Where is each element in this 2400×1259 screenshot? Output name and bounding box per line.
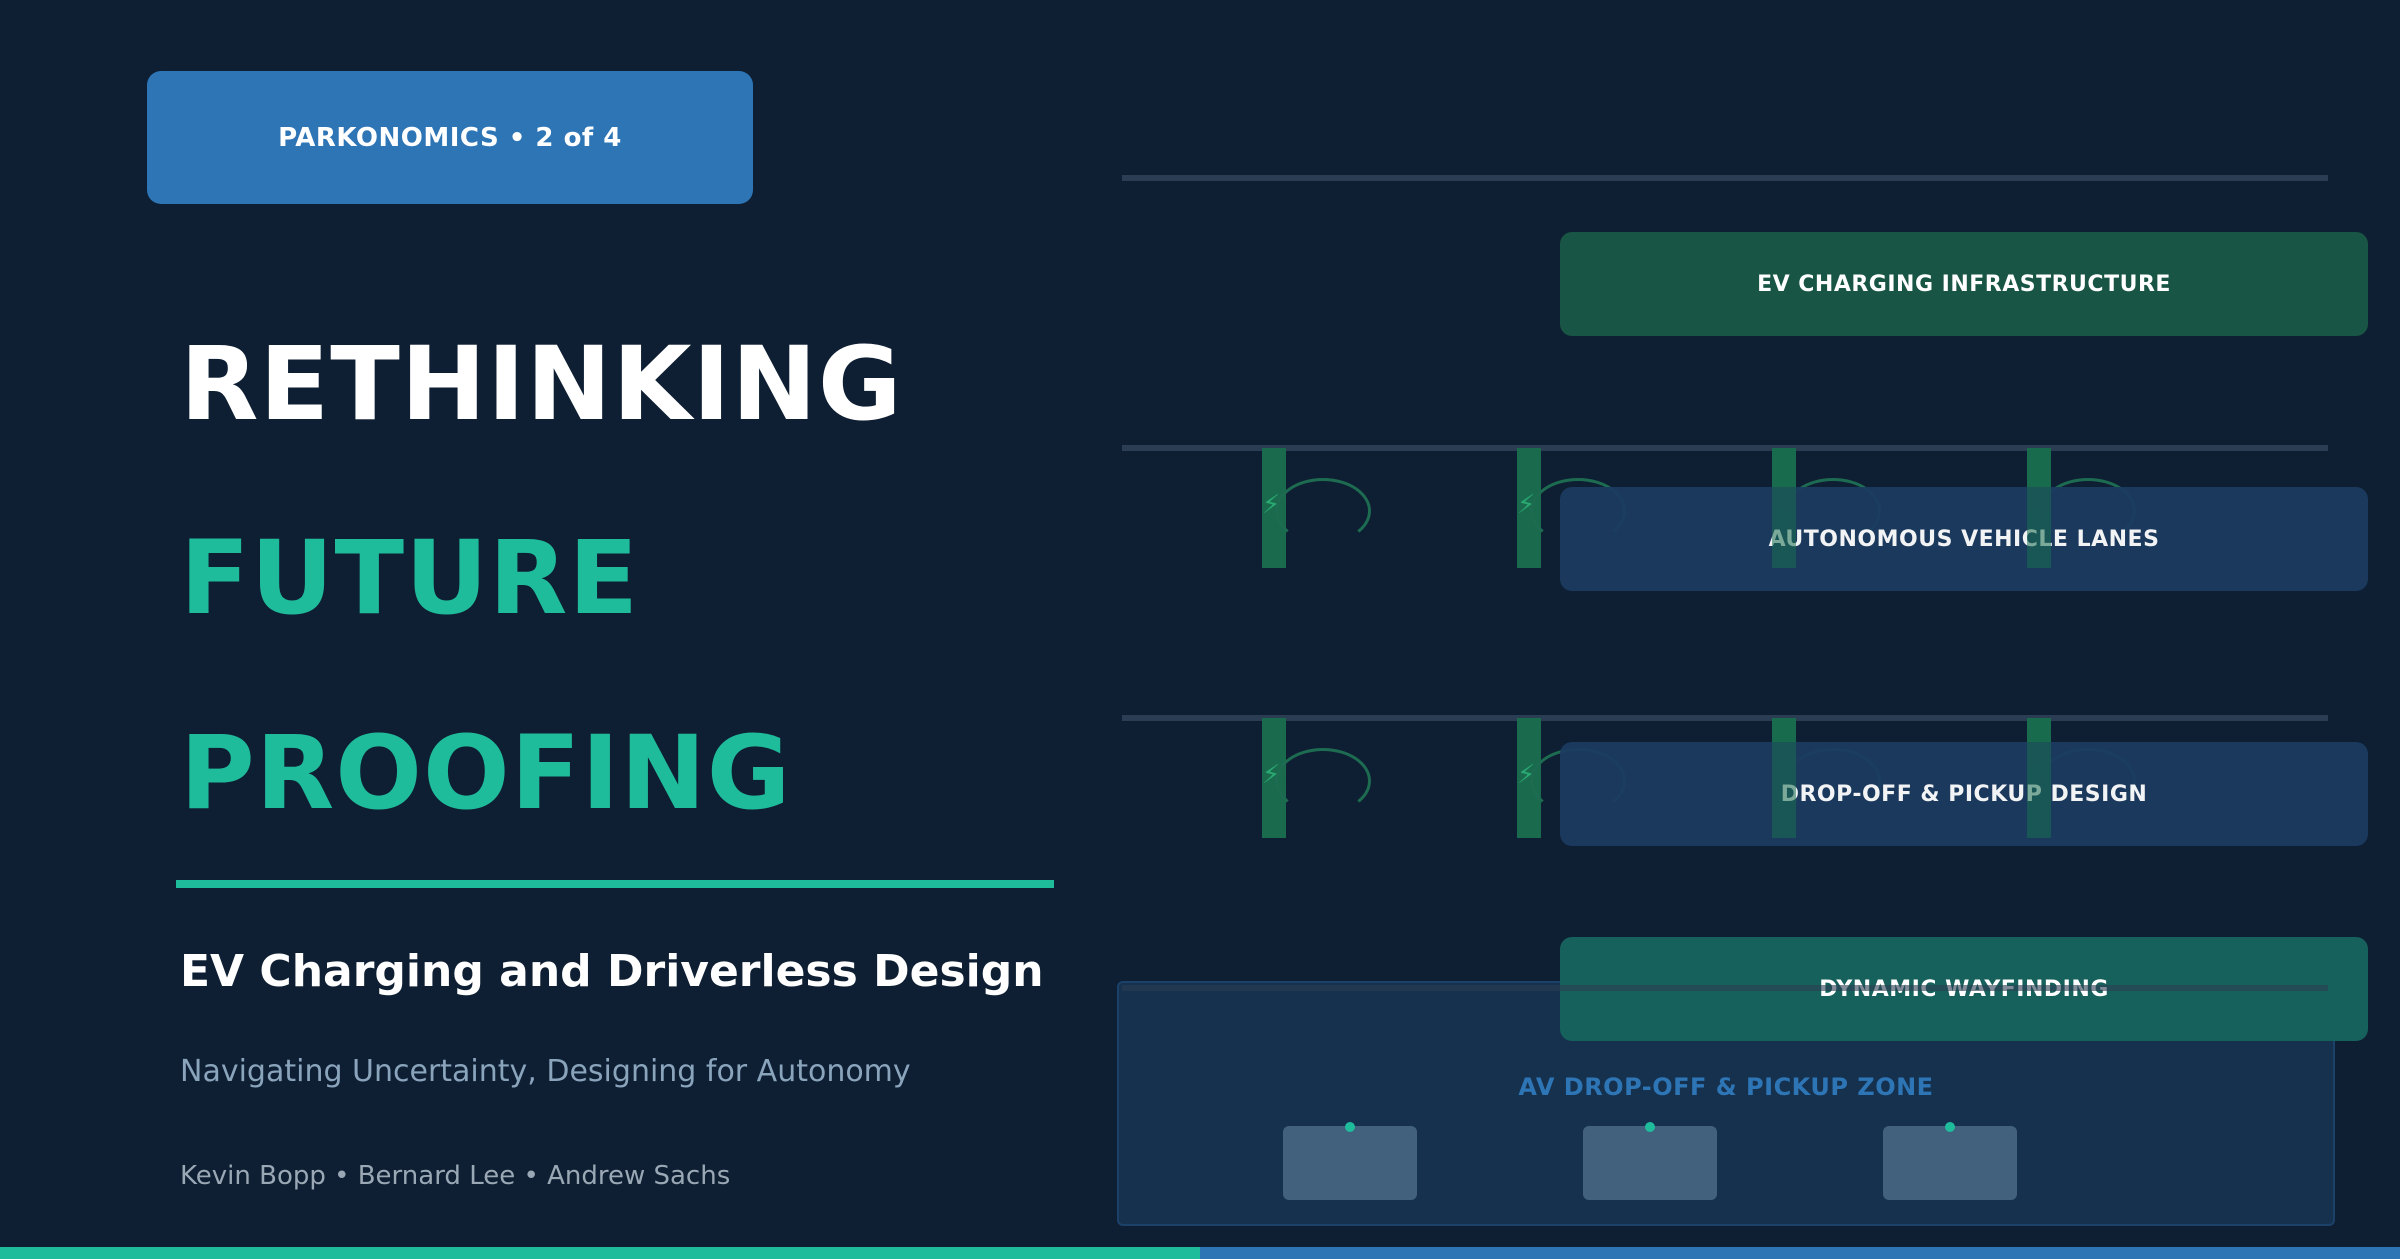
title-line-1: RETHINKING [180, 325, 903, 444]
sensor-dot [1945, 1122, 1955, 1132]
title-divider [176, 880, 1054, 888]
ev-charger [1772, 718, 1796, 838]
feature-ev-charging: EV CHARGING INFRASTRUCTURE [1560, 232, 2368, 336]
footer-bar-teal [0, 1247, 1200, 1259]
subtitle: EV Charging and Driverless Design [180, 946, 1044, 997]
title-line-3: PROOFING [180, 714, 792, 833]
title-line-2: FUTURE [180, 519, 640, 638]
lightning-bolt-icon: ⚡ [1517, 490, 1536, 520]
series-badge: PARKONOMICS • 2 of 4 [147, 71, 753, 204]
authors: Kevin Bopp • Bernard Lee • Andrew Sachs [180, 1161, 731, 1191]
charging-cable [1275, 478, 1371, 544]
deck-line [1122, 445, 2328, 451]
feature-av-lanes: AUTONOMOUS VEHICLE LANES [1560, 487, 2368, 591]
charging-cable [1275, 748, 1371, 814]
ev-charger [2027, 718, 2051, 838]
deck-line [1122, 985, 2328, 991]
car-icon [1583, 1126, 1717, 1200]
lightning-bolt-icon: ⚡ [1517, 760, 1536, 790]
zone-label: AV DROP-OFF & PICKUP ZONE [1518, 1073, 1934, 1101]
lightning-bolt-icon: ⚡ [1262, 760, 1281, 790]
lightning-bolt-icon: ⚡ [1262, 490, 1281, 520]
car-icon [1283, 1126, 1417, 1200]
deck-line [1122, 715, 2328, 721]
feature-dropoff-design: DROP-OFF & PICKUP DESIGN [1560, 742, 2368, 846]
car-icon [1883, 1126, 2017, 1200]
footer-bar-blue [1200, 1247, 2400, 1259]
series-label: PARKONOMICS • 2 of 4 [278, 122, 622, 153]
tagline: Navigating Uncertainty, Designing for Au… [180, 1054, 911, 1089]
sensor-dot [1345, 1122, 1355, 1132]
ev-charger [2027, 448, 2051, 568]
deck-line [1122, 175, 2328, 181]
sensor-dot [1645, 1122, 1655, 1132]
ev-charger [1772, 448, 1796, 568]
